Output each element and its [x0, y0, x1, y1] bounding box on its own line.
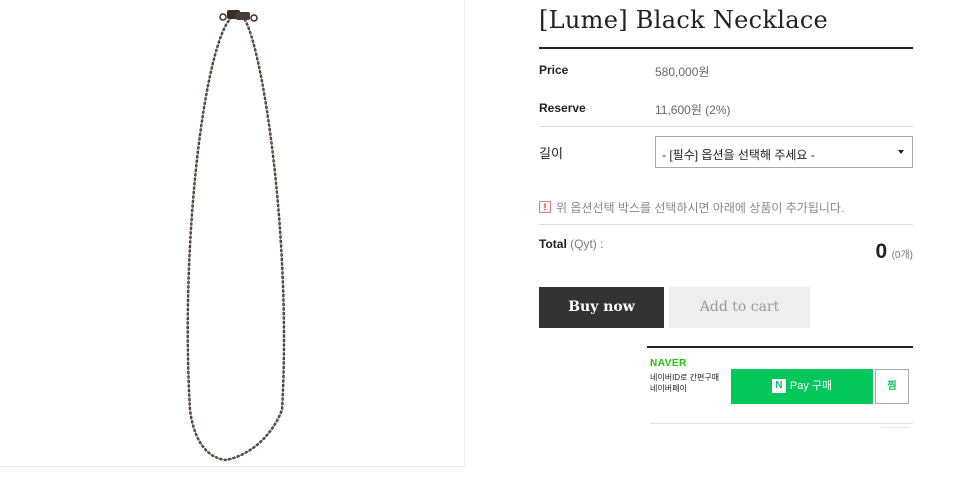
naver-pay-box: NAVER 네이버ID로 간편구매 네이버페이 N Pay 구매 찜 [647, 346, 913, 428]
total-label: Total (Qyt) : [539, 237, 603, 251]
naver-pay-button[interactable]: N Pay 구매 [731, 369, 873, 404]
product-title: [Lume] Black Necklace [539, 6, 829, 34]
title-divider [539, 47, 913, 49]
notice-icon: ! [539, 201, 551, 213]
option-select-value: - [필수] 옵션을 선택해 주세요 - [662, 148, 815, 162]
buy-now-button[interactable]: Buy now [539, 287, 664, 328]
naver-pay-label: Pay 구매 [789, 380, 833, 392]
naver-pay-top-rule [647, 346, 913, 348]
total-label-text: Total [539, 237, 567, 251]
price-value: 580,000원 [655, 65, 710, 79]
notice-text: 위 옵션선택 박스를 선택하시면 아래에 상품이 추가됩니다. [556, 201, 845, 215]
reserve-label: Reserve [539, 101, 586, 115]
total-price: 0 (0개) [875, 240, 913, 264]
total-price-value: 0 [875, 240, 888, 263]
price-label: Price [539, 63, 569, 77]
option-length-select[interactable]: - [필수] 옵션을 선택해 주세요 - [655, 136, 913, 168]
naver-n-icon: N [771, 379, 786, 394]
naver-logo: NAVER [650, 358, 687, 369]
dropdown-arrow-icon [898, 150, 904, 154]
product-image-panel [0, 0, 465, 467]
naver-pay-description: 네이버ID로 간편구매 [650, 373, 720, 382]
option-divider [539, 224, 913, 225]
naver-pay-subtext: 네이버페이 [650, 384, 687, 393]
naver-wish-button[interactable]: 찜 [875, 369, 909, 404]
total-count: (0개) [891, 250, 913, 261]
naver-pay-mini-rule [881, 427, 909, 428]
option-length-label: 길이 [539, 146, 563, 161]
reserve-value: 11,600원 (2%) [655, 103, 731, 117]
add-to-cart-button[interactable]: Add to cart [669, 287, 810, 328]
total-qyt-text: (Qyt) : [570, 237, 604, 251]
necklace-image [186, 10, 286, 462]
naver-pay-bottom-rule [650, 423, 913, 424]
price-divider [539, 126, 913, 127]
